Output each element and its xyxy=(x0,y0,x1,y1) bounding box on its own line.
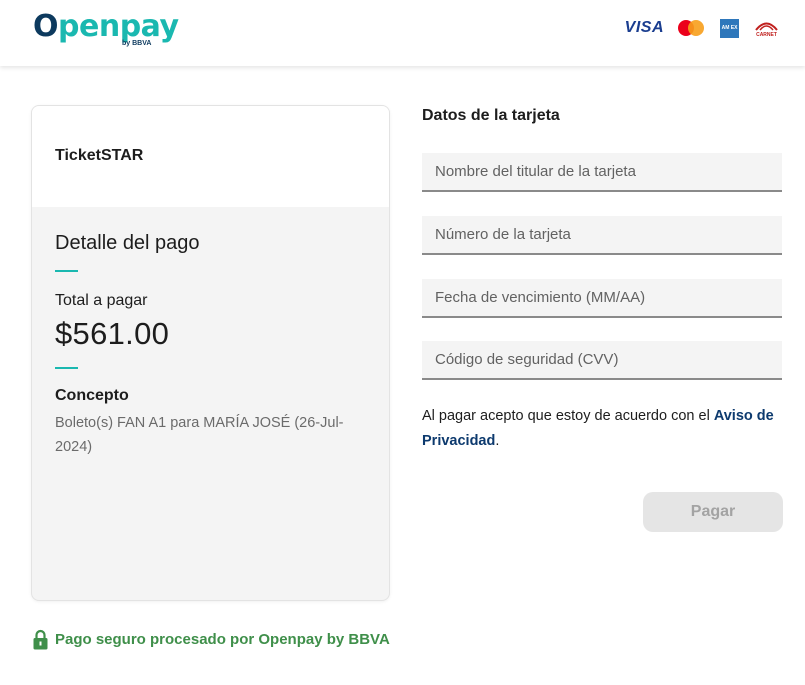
openpay-logo: Openpay by BBVA xyxy=(33,9,179,48)
total-amount: $561.00 xyxy=(55,316,170,351)
total-label: Total a pagar xyxy=(55,292,148,309)
cvv-field[interactable] xyxy=(422,341,782,380)
card-number-field[interactable] xyxy=(422,216,782,255)
expiry-date-field[interactable] xyxy=(422,279,782,318)
logo-wordmark: Openpay xyxy=(33,9,179,44)
secure-payment-note: Pago seguro procesado por Openpay by BBV… xyxy=(33,629,390,650)
concept-label: Concepto xyxy=(55,387,129,404)
top-header: Openpay by BBVA VISA AM EX CARNET xyxy=(0,0,805,66)
cardholder-name-field[interactable] xyxy=(422,153,782,192)
logo-subtitle: by BBVA xyxy=(122,40,152,47)
accent-divider xyxy=(55,367,78,369)
carnet-icon: CARNET xyxy=(753,19,780,38)
pay-button[interactable]: Pagar xyxy=(643,492,783,532)
merchant-name: TicketSTAR xyxy=(55,147,144,164)
lock-icon xyxy=(33,629,48,650)
form-title: Datos de la tarjeta xyxy=(422,107,560,124)
secure-payment-text: Pago seguro procesado por Openpay by BBV… xyxy=(55,631,390,648)
amex-icon: AM EX xyxy=(720,18,739,38)
concept-text: Boleto(s) FAN A1 para MARÍA JOSÉ (26-Jul… xyxy=(55,415,344,455)
privacy-consent: Al pagar acepto que estoy de acuerdo con… xyxy=(422,408,774,449)
accent-divider xyxy=(55,270,78,272)
visa-icon: VISA xyxy=(624,19,664,36)
detail-title: Detalle del pago xyxy=(55,232,200,254)
mastercard-icon xyxy=(678,19,706,37)
card-brands: VISA AM EX CARNET xyxy=(625,18,780,38)
payment-summary-card: TicketSTAR Detalle del pago Total a paga… xyxy=(31,105,390,601)
